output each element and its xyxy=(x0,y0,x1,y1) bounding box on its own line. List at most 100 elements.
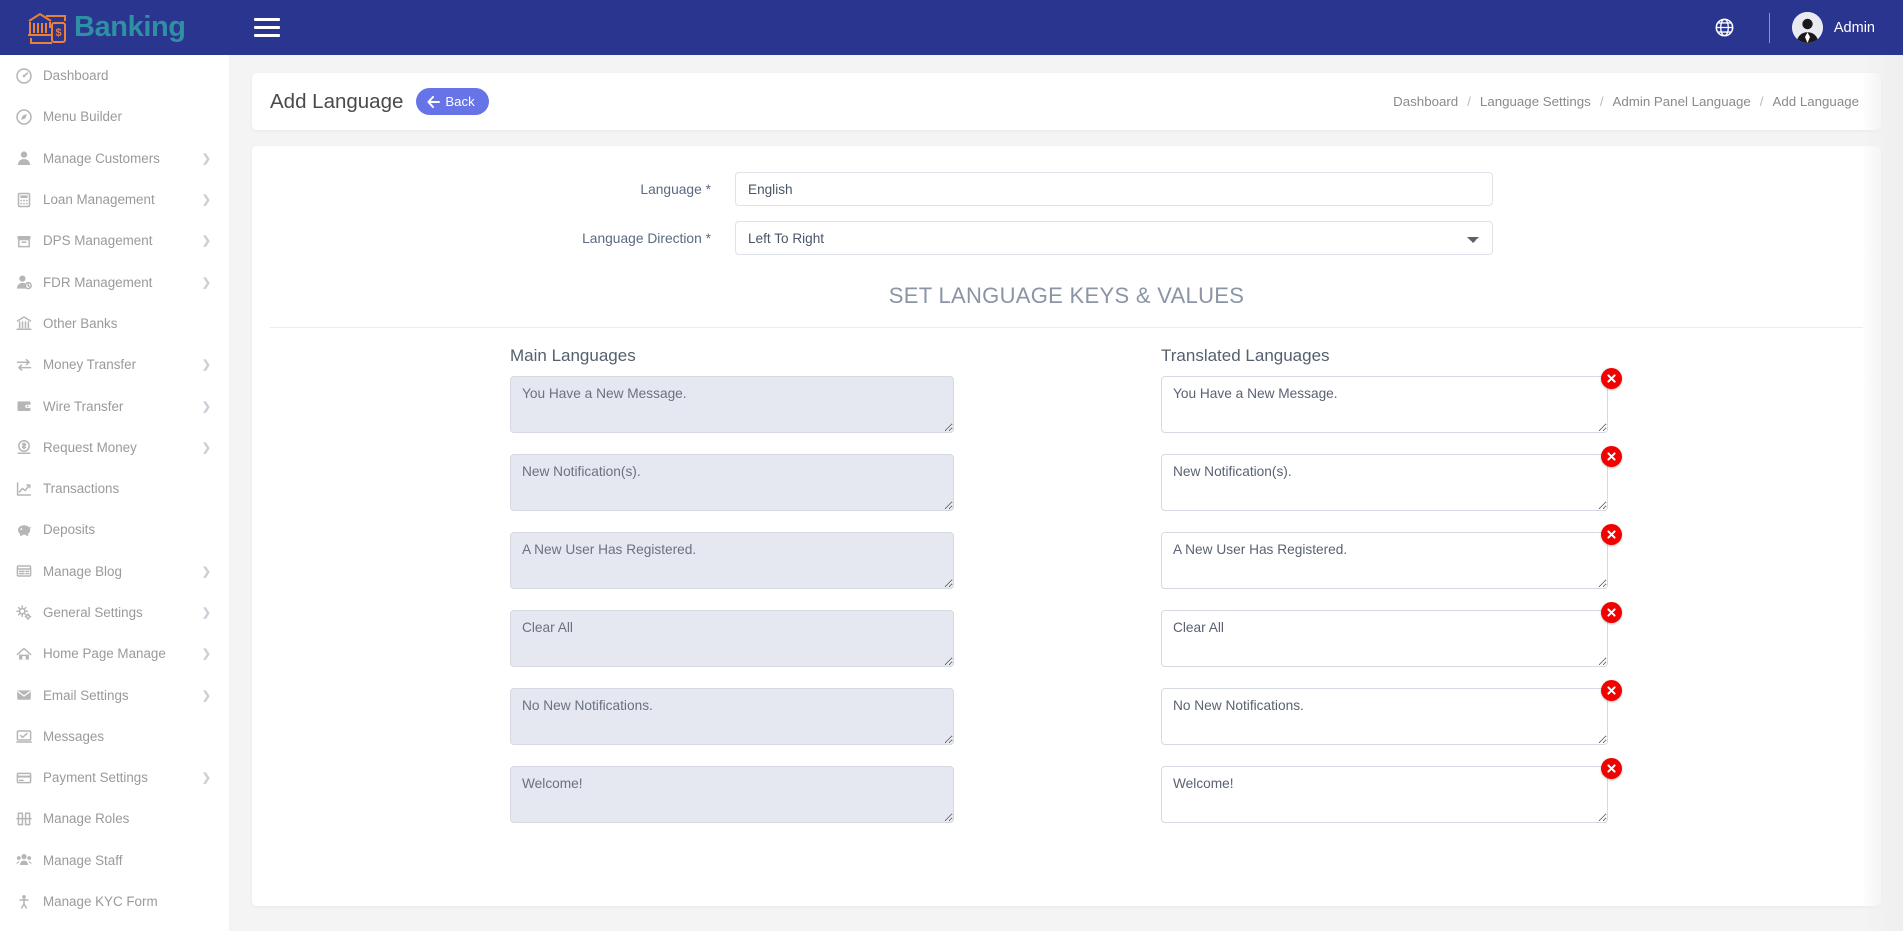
language-direction-row: Language Direction * Left To RightRight … xyxy=(252,221,1881,255)
delete-circle-icon[interactable] xyxy=(1601,524,1622,545)
sidebar-item-messages[interactable]: Messages❯ xyxy=(0,716,229,757)
hamburger-icon[interactable] xyxy=(254,11,288,45)
sidebar-item-manage-customers[interactable]: Manage Customers❯ xyxy=(0,138,229,179)
sidebar-item-label: Request Money xyxy=(40,440,202,455)
main-language-cell xyxy=(270,766,954,828)
delete-circle-icon[interactable] xyxy=(1601,602,1622,623)
sidebar-item-wire-transfer[interactable]: Wire Transfer❯ xyxy=(0,385,229,426)
language-direction-select[interactable]: Left To RightRight To Left xyxy=(735,221,1493,255)
add-language-form-card: Language * Language Direction * Left To … xyxy=(252,146,1881,906)
language-label: Language * xyxy=(270,182,735,197)
main-language-textarea[interactable] xyxy=(510,532,954,589)
main-language-textarea[interactable] xyxy=(510,766,954,823)
breadcrumb-separator: / xyxy=(1760,94,1764,109)
sidebar-item-request-money[interactable]: Request Money❯ xyxy=(0,427,229,468)
envelope-icon xyxy=(16,687,40,703)
credit-card-icon xyxy=(16,770,40,786)
sidebar-item-payment-settings[interactable]: Payment Settings❯ xyxy=(0,757,229,798)
sidebar-item-label: Money Transfer xyxy=(40,357,202,372)
delete-circle-icon[interactable] xyxy=(1601,368,1622,389)
required-asterisk: * xyxy=(706,182,711,197)
language-direction-label-text: Language Direction xyxy=(582,231,702,246)
sidebar-item-manage-roles[interactable]: Manage Roles❯ xyxy=(0,798,229,839)
sidebar-item-dashboard[interactable]: Dashboard❯ xyxy=(0,55,229,96)
sidebar-item-label: Loan Management xyxy=(40,192,202,207)
translated-language-textarea[interactable] xyxy=(1161,454,1608,511)
svg-text:$: $ xyxy=(55,27,61,39)
translated-language-textarea[interactable] xyxy=(1161,532,1608,589)
main-language-textarea[interactable] xyxy=(510,688,954,745)
sidebar-item-manage-kyc-form[interactable]: Manage KYC Form❯ xyxy=(0,881,229,922)
translated-language-textarea[interactable] xyxy=(1161,610,1608,667)
sidebar-item-dps-management[interactable]: DPS Management❯ xyxy=(0,220,229,261)
breadcrumb-separator: / xyxy=(1467,94,1471,109)
breadcrumb-item-dashboard[interactable]: Dashboard xyxy=(1393,94,1458,109)
sidebar-item-email-settings[interactable]: Email Settings❯ xyxy=(0,674,229,715)
main-language-cell xyxy=(270,376,954,438)
sidebar-item-general-settings[interactable]: General Settings❯ xyxy=(0,592,229,633)
delete-circle-icon[interactable] xyxy=(1601,680,1622,701)
sidebar-item-home-page-manage[interactable]: Home Page Manage❯ xyxy=(0,633,229,674)
language-direction-label: Language Direction * xyxy=(270,231,735,246)
translated-language-textarea[interactable] xyxy=(1161,766,1608,823)
sidebar-item-money-transfer[interactable]: Money Transfer❯ xyxy=(0,344,229,385)
sidebar-item-manage-staff[interactable]: Manage Staff❯ xyxy=(0,840,229,881)
translated-language-cell xyxy=(954,454,1863,516)
bank-phone-logo-icon: $ xyxy=(26,10,68,46)
language-key-row xyxy=(252,766,1881,828)
sidebar-item-loan-management[interactable]: Loan Management❯ xyxy=(0,179,229,220)
chevron-right-icon: ❯ xyxy=(202,193,211,206)
arrow-left-icon xyxy=(427,96,440,108)
back-button[interactable]: Back xyxy=(416,88,488,115)
main-language-textarea[interactable] xyxy=(510,454,954,511)
main-language-textarea[interactable] xyxy=(510,376,954,433)
sidebar-item-label: Dashboard xyxy=(40,68,202,83)
piggy-bank-icon xyxy=(16,522,40,538)
roles-icon xyxy=(16,811,40,827)
translated-language-textarea[interactable] xyxy=(1161,688,1608,745)
brand-logo[interactable]: $ Banking xyxy=(0,0,230,55)
sidebar-item-fdr-management[interactable]: FDR Management❯ xyxy=(0,261,229,302)
user-name-label: Admin xyxy=(1834,20,1875,36)
list-icon xyxy=(16,563,40,579)
translated-language-cell xyxy=(954,376,1863,438)
delete-circle-icon[interactable] xyxy=(1601,758,1622,779)
sidebar-item-menu-builder[interactable]: Menu Builder❯ xyxy=(0,96,229,137)
breadcrumb: Dashboard / Language Settings / Admin Panel … xyxy=(1393,94,1859,109)
bank-icon xyxy=(16,315,40,331)
required-asterisk: * xyxy=(706,231,711,246)
translated-language-cell xyxy=(954,532,1863,594)
chevron-right-icon: ❯ xyxy=(202,606,211,619)
sidebar-item-transactions[interactable]: Transactions❯ xyxy=(0,468,229,509)
exchange-arrows-icon xyxy=(16,357,40,373)
sidebar-navigation: Dashboard❯Menu Builder❯Manage Customers❯… xyxy=(0,55,230,931)
sidebar-item-label: DPS Management xyxy=(40,233,202,248)
main-language-textarea[interactable] xyxy=(510,610,954,667)
language-input[interactable] xyxy=(735,172,1493,206)
column-header-main: Main Languages xyxy=(270,346,954,366)
sidebar-item-label: Manage Blog xyxy=(40,564,202,579)
page-title: Add Language xyxy=(270,90,403,114)
sidebar-item-other-banks[interactable]: Other Banks❯ xyxy=(0,303,229,344)
top-navbar: $ Banking Admin xyxy=(0,0,1903,55)
globe-icon[interactable] xyxy=(1703,6,1747,50)
column-headers: Main Languages Translated Languages xyxy=(252,346,1881,366)
breadcrumb-item-admin-panel-language[interactable]: Admin Panel Language xyxy=(1613,94,1751,109)
translated-language-cell xyxy=(954,610,1863,672)
page-header-card: Add Language Back Dashboard / Language Set… xyxy=(252,73,1881,130)
topbar-divider xyxy=(1769,13,1770,43)
breadcrumb-item-language-settings[interactable]: Language Settings xyxy=(1480,94,1591,109)
column-header-translated: Translated Languages xyxy=(954,346,1863,366)
section-title: SET LANGUAGE KEYS & VALUES xyxy=(252,283,1881,309)
chevron-right-icon: ❯ xyxy=(202,276,211,289)
user-menu[interactable]: Admin xyxy=(1792,12,1875,43)
home-icon xyxy=(16,646,40,662)
calculator-icon xyxy=(16,192,40,208)
delete-circle-icon[interactable] xyxy=(1601,446,1622,467)
language-key-row xyxy=(252,532,1881,594)
sidebar-item-deposits[interactable]: Deposits❯ xyxy=(0,509,229,550)
sidebar-item-label: Other Banks xyxy=(40,316,202,331)
sidebar-item-manage-blog[interactable]: Manage Blog❯ xyxy=(0,551,229,592)
translated-language-textarea[interactable] xyxy=(1161,376,1608,433)
chevron-right-icon: ❯ xyxy=(202,358,211,371)
